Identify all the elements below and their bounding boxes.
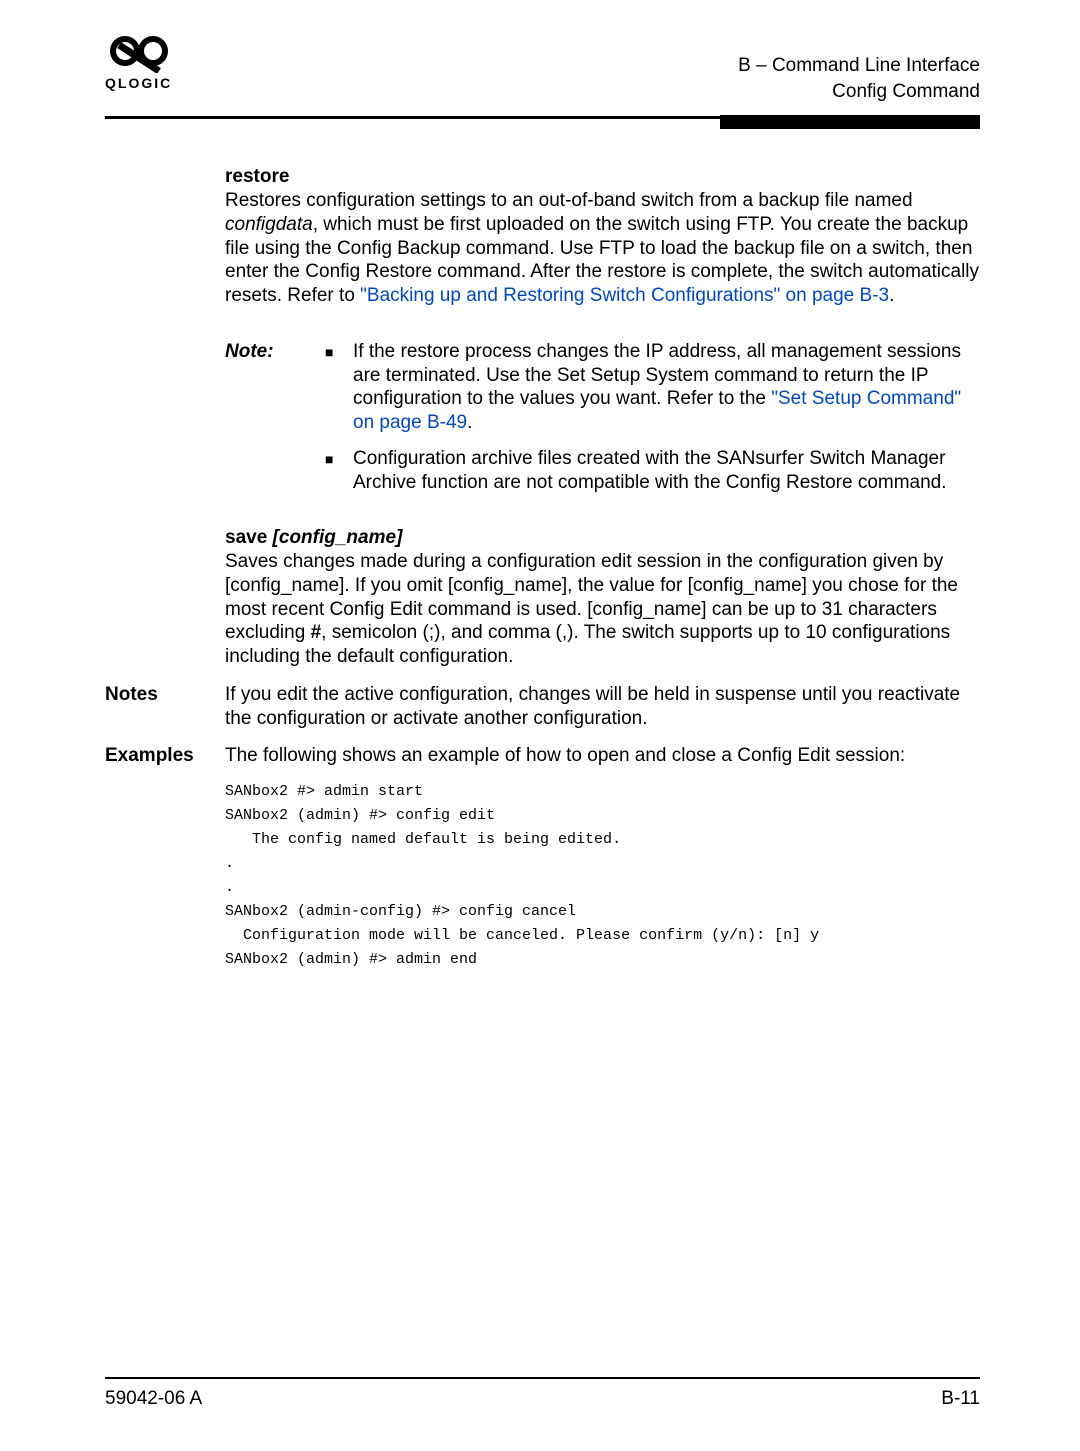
content-area: restore Restores configuration settings … [105, 165, 980, 972]
restore-text-3: . [889, 285, 894, 306]
examples-text: The following shows an example of how to… [225, 744, 980, 768]
page-header: QLOGIC B – Command Line Interface Config… [0, 0, 1080, 104]
save-hash: # [311, 622, 322, 643]
examples-row: Examples The following shows an example … [105, 744, 980, 768]
note-body: ■ If the restore process changes the IP … [325, 340, 980, 495]
restore-heading: restore [225, 165, 980, 189]
note-block: Note: ■ If the restore process changes t… [225, 340, 980, 495]
notes-label: Notes [105, 683, 225, 731]
examples-label: Examples [105, 744, 225, 768]
notes-text: If you edit the active configuration, ch… [225, 683, 980, 731]
qlogic-logo: QLOGIC [105, 35, 172, 93]
note-bullet-2: ■ Configuration archive files created wi… [325, 447, 980, 495]
note-bullet-2-text: Configuration archive files created with… [353, 447, 980, 495]
note-label: Note: [225, 340, 325, 495]
save-heading-arg: [config_name] [273, 527, 403, 548]
header-text: B – Command Line Interface Config Comman… [738, 35, 980, 104]
footer-left: 59042-06 A [105, 1387, 202, 1411]
save-text-2: , semicolon (;), and comma (,). The swit… [225, 622, 950, 667]
header-line-1: B – Command Line Interface [738, 53, 980, 79]
note-bullet-1-b: . [467, 412, 472, 433]
page: QLOGIC B – Command Line Interface Config… [0, 0, 1080, 1451]
footer-rule [105, 1377, 980, 1379]
link-backing-up-restoring[interactable]: "Backing up and Restoring Switch Configu… [360, 285, 889, 306]
bullet-icon: ■ [325, 340, 339, 435]
examples-code: SANbox2 #> admin start SANbox2 (admin) #… [225, 780, 980, 972]
header-line-2: Config Command [738, 79, 980, 105]
qlogic-icon [109, 35, 169, 73]
notes-row: Notes If you edit the active configurati… [105, 683, 980, 731]
footer-right: B-11 [941, 1387, 980, 1411]
logo-word: QLOGIC [105, 75, 172, 93]
note-bullet-1: ■ If the restore process changes the IP … [325, 340, 980, 435]
restore-configdata-word: configdata [225, 214, 313, 235]
header-blackbar [720, 115, 980, 129]
restore-text-1: Restores configuration settings to an ou… [225, 190, 913, 211]
note-bullet-1-text: If the restore process changes the IP ad… [353, 340, 980, 435]
restore-paragraph: Restores configuration settings to an ou… [225, 189, 980, 308]
bullet-icon: ■ [325, 447, 339, 495]
save-paragraph: Saves changes made during a configuratio… [225, 550, 980, 669]
save-heading-word: save [225, 527, 273, 548]
save-heading: save [config_name] [225, 526, 980, 550]
